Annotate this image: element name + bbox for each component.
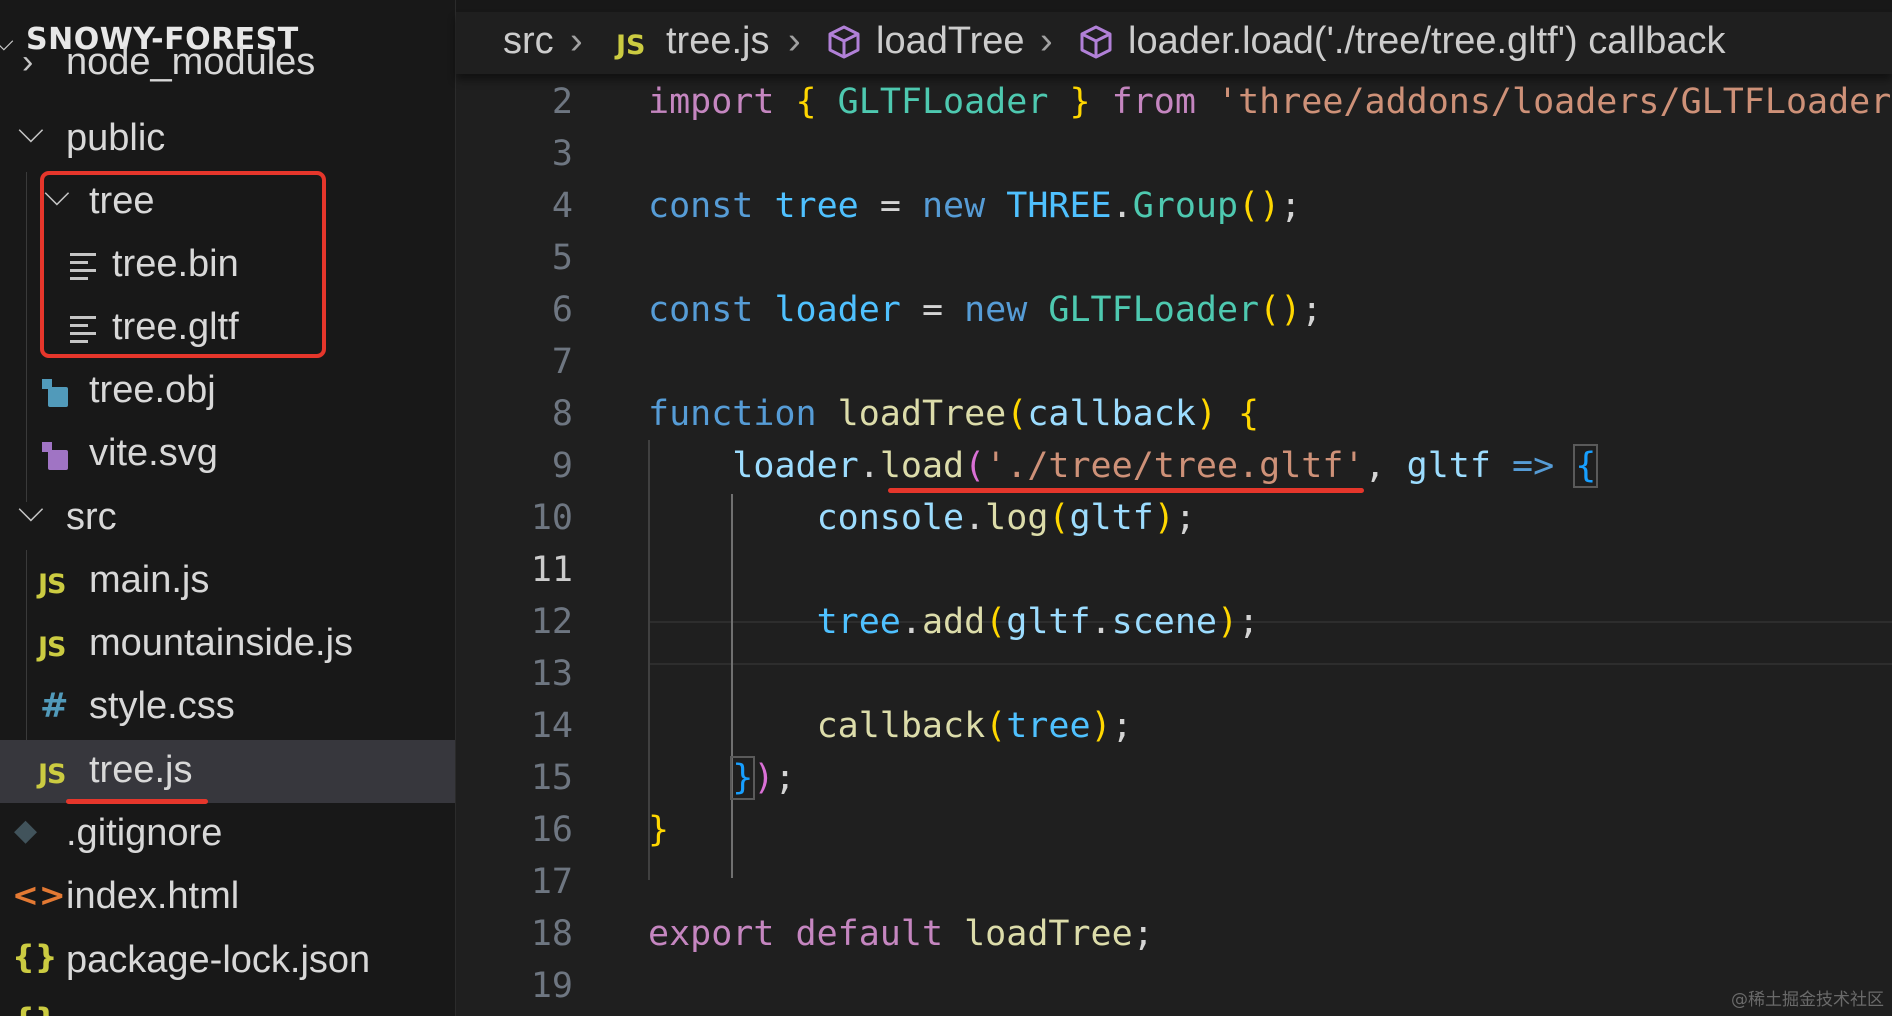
tree-item-label: node_modules bbox=[66, 41, 316, 83]
line-number: 3 bbox=[551, 134, 573, 174]
line-number: 15 bbox=[530, 758, 573, 798]
tab-bar bbox=[456, 0, 1892, 12]
tree-item-label: tree.obj bbox=[89, 369, 216, 411]
tree-item-label: tree.js bbox=[89, 749, 193, 791]
git-icon: ◆ bbox=[14, 813, 38, 848]
code-line[interactable]: 12 tree.add(gltf.scene); bbox=[456, 594, 1892, 646]
css-file-icon: # bbox=[40, 686, 69, 726]
chevron-right-icon: › bbox=[570, 20, 583, 62]
watermark: @稀土掘金技术社区 bbox=[1731, 990, 1884, 1010]
line-number: 4 bbox=[551, 186, 573, 226]
highlight-box-annotation bbox=[40, 171, 326, 358]
chevron-right-icon: › bbox=[22, 43, 34, 81]
code-line[interactable]: 6 const loader = new GLTFLoader(); bbox=[456, 282, 1892, 334]
line-number: 8 bbox=[551, 394, 573, 434]
underline-annotation bbox=[888, 488, 1364, 493]
line-number: 6 bbox=[551, 290, 573, 330]
explorer-sidebar: ⌵ SNOWY-FOREST › node_modules ⌵ public ⌵… bbox=[0, 0, 456, 1016]
tree-item-label: public bbox=[66, 117, 166, 159]
tree-item-tree-js[interactable]: JS tree.js bbox=[0, 740, 455, 803]
chevron-down-icon: ⌵ bbox=[18, 112, 44, 150]
line-number: 18 bbox=[530, 914, 573, 954]
code-line[interactable]: 15 }); bbox=[456, 750, 1892, 802]
tree-item-node-modules[interactable]: › node_modules bbox=[0, 41, 455, 108]
tree-item-gitignore[interactable]: ◆ .gitignore bbox=[0, 803, 455, 866]
code-line[interactable]: 19 bbox=[456, 958, 1892, 1010]
js-file-icon: JS bbox=[38, 569, 67, 600]
code-line[interactable]: 14 callback(tree); bbox=[456, 698, 1892, 750]
js-file-icon: JS bbox=[616, 30, 646, 61]
line-number: 9 bbox=[551, 446, 573, 486]
code-line[interactable]: 4 const tree = new THREE.Group(); bbox=[456, 178, 1892, 230]
line-number: 7 bbox=[551, 342, 573, 382]
chevron-right-icon: › bbox=[788, 20, 801, 62]
line-number: 16 bbox=[530, 810, 573, 850]
tree-item-mountainside-js[interactable]: JS mountainside.js bbox=[0, 613, 455, 676]
tree-item-partial[interactable]: {} bbox=[0, 993, 455, 1016]
tree-item-main-js[interactable]: JS main.js bbox=[0, 550, 455, 613]
line-number: 17 bbox=[530, 862, 573, 902]
js-file-icon: JS bbox=[38, 759, 67, 790]
tree-item-package-lock-json[interactable]: {} package-lock.json bbox=[0, 930, 455, 993]
underline-annotation bbox=[66, 799, 208, 804]
tree-item-src[interactable]: ⌵ src bbox=[0, 487, 455, 550]
tree-item-label: index.html bbox=[66, 875, 240, 917]
tree-item-label: vite.svg bbox=[89, 432, 218, 474]
json-file-icon: {} bbox=[12, 1001, 58, 1016]
breadcrumb-symbol-loadtree[interactable]: loadTree bbox=[876, 20, 1025, 63]
code-line-current[interactable]: 11 bbox=[456, 542, 1892, 594]
line-number: 12 bbox=[530, 602, 573, 642]
image-file-icon bbox=[38, 374, 72, 408]
tree-item-index-html[interactable]: <> index.html bbox=[0, 866, 455, 929]
code-line[interactable]: 5 bbox=[456, 230, 1892, 282]
line-number: 19 bbox=[530, 966, 573, 1006]
html-file-icon: <> bbox=[12, 876, 66, 914]
tree-item-vite-svg[interactable]: vite.svg bbox=[0, 423, 455, 486]
code-line[interactable]: 16 } bbox=[456, 802, 1892, 854]
breadcrumb-file[interactable]: tree.js bbox=[666, 20, 769, 63]
chevron-down-icon: ⌵ bbox=[18, 491, 44, 529]
json-file-icon: {} bbox=[12, 938, 58, 976]
tree-item-style-css[interactable]: # style.css bbox=[0, 676, 455, 739]
breadcrumb-folder[interactable]: src bbox=[503, 20, 554, 63]
breadcrumb: src › JS tree.js › loadTree › loader.loa… bbox=[456, 12, 1892, 74]
line-number: 13 bbox=[530, 654, 573, 694]
line-number: 5 bbox=[551, 238, 573, 278]
js-file-icon: JS bbox=[38, 632, 67, 663]
tree-item-label: mountainside.js bbox=[89, 622, 354, 664]
code-line[interactable]: 8 function loadTree(callback) { bbox=[456, 386, 1892, 438]
code-editor[interactable]: 2 import { GLTFLoader } from 'three/addo… bbox=[456, 74, 1892, 1016]
code-line[interactable]: 18 export default loadTree; bbox=[456, 906, 1892, 958]
symbol-cube-icon bbox=[1078, 24, 1114, 70]
tree-item-label: style.css bbox=[89, 685, 235, 727]
code-line[interactable]: 9 loader.load('./tree/tree.gltf', gltf =… bbox=[456, 438, 1892, 490]
tree-item-label: src bbox=[66, 496, 117, 538]
line-number: 11 bbox=[530, 550, 573, 590]
code-line[interactable]: 2 import { GLTFLoader } from 'three/addo… bbox=[456, 74, 1892, 126]
code-line[interactable]: 3 bbox=[456, 126, 1892, 178]
code-line[interactable]: 17 bbox=[456, 854, 1892, 906]
line-number: 10 bbox=[530, 498, 573, 538]
code-line[interactable]: 7 bbox=[456, 334, 1892, 386]
tree-item-label: package-lock.json bbox=[66, 939, 371, 981]
line-number: 14 bbox=[530, 706, 573, 746]
code-line[interactable]: 10 console.log(gltf); bbox=[456, 490, 1892, 542]
image-file-icon bbox=[38, 437, 72, 471]
tree-item-label: main.js bbox=[89, 559, 210, 601]
tree-item-public[interactable]: ⌵ public bbox=[0, 108, 455, 171]
line-number: 2 bbox=[551, 82, 573, 122]
tree-item-label: .gitignore bbox=[66, 812, 223, 854]
symbol-cube-icon bbox=[826, 24, 862, 70]
chevron-right-icon: › bbox=[1040, 20, 1053, 62]
tree-item-tree-obj[interactable]: tree.obj bbox=[0, 360, 455, 423]
breadcrumb-symbol-callback[interactable]: loader.load('./tree/tree.gltf') callback bbox=[1128, 20, 1725, 63]
code-line[interactable]: 13 bbox=[456, 646, 1892, 698]
